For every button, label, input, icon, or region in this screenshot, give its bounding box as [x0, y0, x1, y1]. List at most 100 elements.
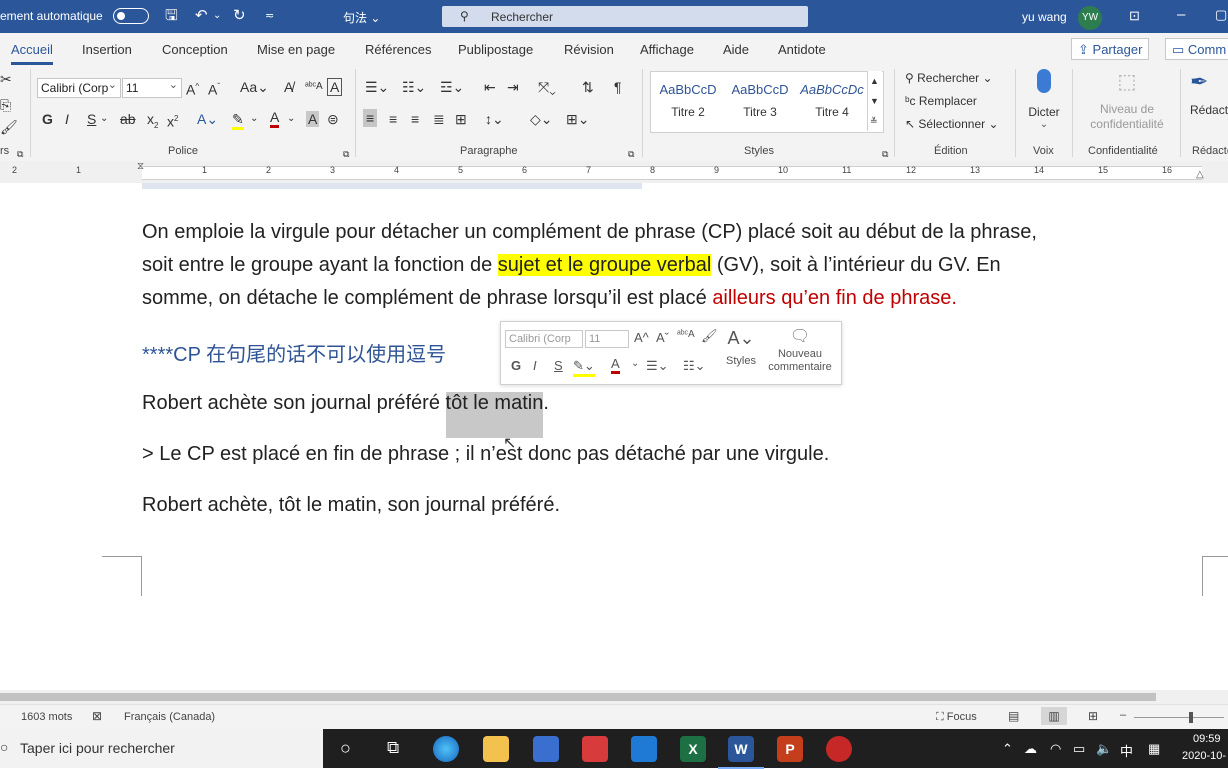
zoom-slider[interactable] [1134, 717, 1224, 718]
align-left-icon[interactable]: ≡ [363, 109, 378, 127]
web-layout-icon[interactable]: ⊞ [1088, 709, 1098, 723]
tab-conception[interactable]: Conception [162, 42, 228, 57]
chinese-note[interactable]: ****CP 在句尾的话不可以使用逗号 [142, 338, 446, 367]
paragraph-line[interactable]: soit entre le groupe ayant la fonction d… [142, 254, 1001, 277]
mini-styles-button[interactable]: A⌄ Styles [723, 328, 759, 367]
character-shading-icon[interactable]: A [306, 111, 320, 127]
autosave-toggle[interactable] [113, 8, 149, 24]
font-color-icon[interactable]: A [611, 356, 620, 374]
show-formatting-icon[interactable]: ¶ [614, 79, 622, 95]
dictate-button[interactable]: Dicter ⌄ [1028, 69, 1060, 130]
comments-button[interactable]: ▭ Comm [1165, 38, 1228, 60]
highlight-icon[interactable]: ✎ [232, 111, 244, 130]
font-color-dropdown-icon[interactable]: ⌄ [631, 358, 639, 369]
bullets-icon[interactable]: ☰⌄ [646, 358, 669, 374]
styles-scroll[interactable]: ▲ ▼ ≚ [867, 71, 882, 131]
style-titre-4[interactable]: AaBbCcDc Titre 4 [797, 82, 867, 119]
tab-publipostage[interactable]: Publipostage [458, 42, 533, 57]
tab-aide[interactable]: Aide [723, 42, 749, 57]
scroll-thumb[interactable] [0, 693, 1156, 701]
minimize-icon[interactable]: – [1177, 7, 1185, 23]
tab-affichage[interactable]: Affichage [640, 42, 694, 57]
strikethrough-icon[interactable]: ab [120, 111, 136, 127]
numbering-icon[interactable]: ☷⌄ [683, 358, 706, 374]
select-button[interactable]: ↖ Sélectionner ⌄ [905, 117, 999, 131]
gift-app-icon[interactable] [582, 736, 608, 762]
tab-references[interactable]: Références [365, 42, 431, 57]
font-color-dropdown-icon[interactable]: ⌄ [287, 111, 295, 127]
cut-icon[interactable]: ✂ [0, 71, 12, 87]
paragraph-line[interactable]: On emploie la virgule pour détacher un c… [142, 221, 1037, 244]
sensitivity-button[interactable]: ⬚ Niveau de confidentialité [1082, 69, 1172, 132]
multilevel-list-icon[interactable]: ☲⌄ [440, 79, 464, 95]
focus-button[interactable]: ⛶ Focus [936, 711, 977, 724]
enclose-characters-icon[interactable]: ⊜ [327, 111, 339, 127]
proofing-icon[interactable]: ⊠ [92, 709, 102, 723]
horizontal-ruler[interactable]: 2 1 1 2 3 4 5 6 7 8 9 10 11 12 13 14 15 16 ⧖ △ [0, 161, 1228, 184]
battery-icon[interactable]: ▭ [1073, 741, 1085, 757]
chevron-up-icon[interactable]: ⌃ [1002, 741, 1013, 757]
font-launcher-icon[interactable]: ⧉ [343, 146, 349, 162]
customize-qat-icon[interactable]: ≂ [265, 8, 274, 24]
style-titre-2[interactable]: AaBbCcD Titre 2 [653, 82, 723, 119]
editor-button[interactable]: ✒ Rédacte [1190, 69, 1228, 117]
example-sentence[interactable]: Robert achète son journal préféré tôt le… [142, 392, 549, 438]
underline-dropdown-icon[interactable]: ⌄ [100, 111, 108, 127]
chevron-down-icon[interactable]: ▼ [870, 93, 879, 109]
align-center-icon[interactable]: ≡ [389, 111, 397, 127]
horizontal-scrollbar[interactable] [0, 690, 1228, 704]
ime-indicator[interactable]: 中 [1120, 741, 1133, 760]
superscript-icon[interactable]: x2 [167, 111, 178, 130]
shrink-font-icon[interactable]: Aˇ [208, 79, 220, 98]
font-size-combo[interactable]: 11 [122, 78, 182, 98]
clipboard-launcher-icon[interactable]: ⧉ [17, 146, 23, 162]
clock-date[interactable]: 2020-10- [1182, 750, 1226, 762]
cortana-icon[interactable]: ○ [340, 738, 351, 759]
tab-antidote[interactable]: Antidote [778, 42, 826, 57]
zoom-slider-thumb[interactable] [1189, 712, 1193, 723]
distributed-icon[interactable]: ⊞ [455, 111, 467, 127]
line-spacing-icon[interactable]: ↕⌄ [485, 111, 504, 127]
font-color-icon[interactable]: A [270, 109, 280, 128]
redo-icon[interactable]: ↻ [233, 8, 246, 24]
document-area[interactable]: On emploie la virgule pour détacher un c… [0, 183, 1228, 690]
word-count[interactable]: 1603 mots [21, 711, 72, 723]
tab-mise-en-page[interactable]: Mise en page [257, 42, 335, 57]
tab-revision[interactable]: Révision [564, 42, 614, 57]
font-name-combo[interactable]: Calibri (Corp [37, 78, 121, 98]
search-box[interactable]: ⚲ Rechercher [442, 6, 808, 27]
numbering-icon[interactable]: ☷⌄ [402, 79, 426, 95]
ribbon-display-icon[interactable]: ⊡ [1129, 8, 1140, 24]
user-name[interactable]: yu wang [1022, 10, 1067, 24]
right-indent-icon[interactable]: △ [1196, 169, 1204, 180]
language[interactable]: Français (Canada) [124, 711, 215, 723]
copy-icon[interactable]: ⎘ [0, 97, 11, 113]
read-mode-icon[interactable]: ▤ [1008, 709, 1019, 723]
underline-icon[interactable]: S [554, 358, 563, 373]
taskbar-search[interactable]: ○ Taper ici pour rechercher [0, 729, 323, 768]
task-view-icon[interactable]: ⧉ [387, 738, 399, 758]
highlight-icon[interactable]: ✎⌄ [573, 358, 595, 377]
text-effects-icon[interactable]: A⌄ [197, 111, 218, 127]
undo-dropdown-icon[interactable]: ⌄ [213, 8, 221, 24]
avatar[interactable]: YW [1078, 6, 1102, 30]
word-icon[interactable]: W [718, 736, 764, 769]
italic-icon[interactable]: I [533, 358, 537, 373]
maximize-icon[interactable]: ▢ [1215, 7, 1227, 23]
undo-icon[interactable]: ↶ [195, 8, 208, 24]
explanation-sentence[interactable]: > Le CP est placé en fin de phrase ; il … [142, 443, 829, 466]
replace-button[interactable]: ᵇc Remplacer [905, 94, 977, 108]
onedrive-icon[interactable]: ☁ [1024, 741, 1037, 757]
shading-icon[interactable]: ◇⌄ [530, 111, 553, 127]
chevron-up-icon[interactable]: ▲ [870, 73, 879, 89]
bullets-icon[interactable]: ☰⌄ [365, 79, 389, 95]
save-icon[interactable]: 🖫 [165, 8, 178, 24]
clock-time[interactable]: 09:59 [1193, 733, 1221, 745]
bold-icon[interactable]: G [42, 111, 53, 127]
format-painter-icon[interactable]: 🖌 [0, 119, 18, 135]
justify-icon[interactable]: ≣ [433, 111, 445, 127]
align-right-icon[interactable]: ≡ [411, 111, 419, 127]
recording-app-icon[interactable] [826, 736, 852, 762]
mini-font-combo[interactable]: Calibri (Corp [505, 330, 583, 348]
keyboard-icon[interactable]: ▦ [1148, 741, 1160, 757]
